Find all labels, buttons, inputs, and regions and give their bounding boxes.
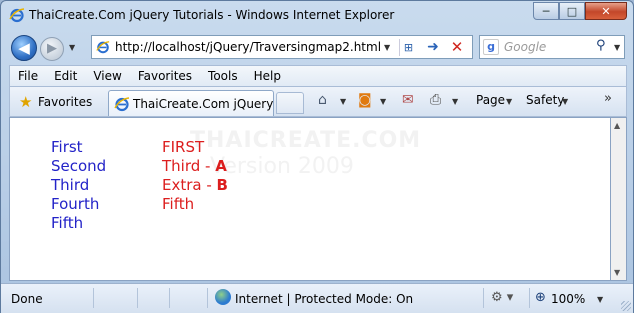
back-button[interactable]: ◀ bbox=[11, 35, 37, 61]
print-dropdown-icon[interactable]: ▼ bbox=[452, 97, 458, 106]
minimize-button[interactable]: ─ bbox=[533, 2, 559, 20]
page-dropdown-icon[interactable]: ▼ bbox=[506, 97, 512, 106]
new-tab-button[interactable] bbox=[276, 92, 304, 114]
browser-window: ThaiCreate.Com jQuery Tutorials - Window… bbox=[0, 0, 634, 313]
address-dropdown-icon[interactable]: ▼ bbox=[384, 43, 390, 52]
menu-favorites[interactable]: Favorites bbox=[130, 69, 200, 83]
list-item: Extra - B bbox=[162, 176, 228, 195]
search-input[interactable]: Google bbox=[504, 40, 546, 54]
list-item: Fourth bbox=[51, 195, 100, 213]
mapped-text: FIRST bbox=[162, 138, 205, 156]
list-item: FIRST bbox=[162, 138, 228, 157]
window-title: ThaiCreate.Com jQuery Tutorials - Window… bbox=[29, 8, 395, 22]
menu-file[interactable]: File bbox=[10, 69, 46, 83]
status-divider bbox=[137, 288, 138, 308]
search-engine-icon: g bbox=[483, 39, 499, 55]
list-item: Fifth bbox=[162, 195, 228, 214]
scroll-down-icon[interactable]: ▼ bbox=[614, 268, 620, 277]
status-text: Done bbox=[11, 292, 43, 306]
toolbar-overflow-icon[interactable]: » bbox=[604, 91, 612, 106]
list-item: Third - A bbox=[162, 157, 228, 176]
source-list: First Second Third Fourth Fifth bbox=[51, 138, 106, 233]
home-icon[interactable]: ⌂ bbox=[318, 92, 327, 108]
menu-bar: File Edit View Favorites Tools Help bbox=[9, 65, 627, 87]
tab-title: ThaiCreate.Com jQuery ... bbox=[133, 97, 289, 111]
status-divider bbox=[483, 288, 484, 308]
window-controls: ─ □ ✕ bbox=[533, 2, 627, 20]
magnifier-icon[interactable]: ⚲ bbox=[596, 38, 606, 53]
recent-pages-dropdown[interactable]: ▼ bbox=[69, 43, 75, 52]
status-divider bbox=[207, 288, 208, 308]
protected-mode-tools-icon[interactable]: ⚙ ▾ bbox=[491, 290, 513, 305]
search-box[interactable]: g Google ⚲ ▼ bbox=[479, 35, 625, 59]
globe-icon bbox=[215, 289, 231, 305]
resize-grip[interactable] bbox=[621, 301, 631, 311]
mail-icon[interactable]: ✉ bbox=[402, 92, 414, 108]
ie-logo-icon bbox=[9, 8, 25, 23]
forward-button[interactable]: ▶ bbox=[40, 37, 64, 61]
title-bar: ThaiCreate.Com jQuery Tutorials - Window… bbox=[1, 1, 633, 29]
favorites-tab-bar: ★ Favorites ThaiCreate.Com jQuery ... ⌂ … bbox=[9, 87, 627, 117]
search-options-dropdown[interactable]: ▼ bbox=[614, 43, 620, 52]
scroll-up-icon[interactable]: ▲ bbox=[614, 121, 620, 130]
refresh-icon[interactable]: ➜ bbox=[423, 37, 443, 57]
star-icon[interactable]: ★ bbox=[19, 93, 32, 111]
navigation-bar: ◀ ▶ ▼ http://localhost/jQuery/Traversing… bbox=[1, 29, 633, 65]
list-item: First bbox=[51, 138, 83, 156]
mapped-list: FIRST Third - A Extra - B Fifth bbox=[162, 138, 228, 214]
address-input[interactable]: http://localhost/jQuery/Traversingmap2.h… bbox=[115, 40, 381, 54]
page-menu[interactable]: Page bbox=[476, 93, 505, 107]
close-button[interactable]: ✕ bbox=[585, 2, 627, 20]
feeds-dropdown-icon[interactable]: ▼ bbox=[380, 97, 386, 106]
favorites-button[interactable]: Favorites bbox=[38, 95, 92, 109]
mapped-suffix: B bbox=[216, 176, 228, 194]
list-item: Third bbox=[51, 176, 90, 194]
home-dropdown-icon[interactable]: ▼ bbox=[340, 97, 346, 106]
page-content: THAICREATE.COM Version 2009 First Second… bbox=[9, 117, 611, 281]
maximize-button[interactable]: □ bbox=[559, 2, 585, 20]
safety-menu[interactable]: Safety bbox=[526, 93, 564, 107]
zoom-level[interactable]: 100% bbox=[551, 292, 585, 306]
vertical-scrollbar[interactable]: ▲ ▼ bbox=[611, 117, 627, 281]
compatibility-view-icon[interactable]: ⊞ bbox=[399, 39, 417, 56]
mapped-suffix: A bbox=[215, 157, 227, 175]
tab-active[interactable]: ThaiCreate.Com jQuery ... bbox=[108, 90, 289, 116]
ie-page-icon bbox=[114, 97, 130, 112]
stop-icon[interactable]: ✕ bbox=[447, 37, 467, 57]
ie-page-icon bbox=[96, 41, 110, 54]
menu-edit[interactable]: Edit bbox=[46, 69, 85, 83]
mapped-text: Extra - bbox=[162, 176, 217, 194]
watermark-version: Version 2009 bbox=[210, 154, 354, 179]
status-divider bbox=[529, 288, 530, 308]
address-bar[interactable]: http://localhost/jQuery/Traversingmap2.h… bbox=[91, 35, 473, 59]
status-divider bbox=[169, 288, 170, 308]
safety-dropdown-icon[interactable]: ▼ bbox=[562, 97, 568, 106]
printer-icon[interactable]: ⎙ bbox=[430, 92, 441, 108]
security-zone[interactable]: Internet | Protected Mode: On bbox=[235, 292, 413, 306]
mapped-text: Third - bbox=[162, 157, 216, 175]
zoom-dropdown-icon[interactable]: ▼ bbox=[597, 295, 603, 304]
status-bar: Done Internet | Protected Mode: On ⚙ ▾ ⊕… bbox=[1, 283, 633, 313]
menu-view[interactable]: View bbox=[85, 69, 129, 83]
list-item: Second bbox=[51, 157, 107, 175]
list-item: Fifth bbox=[51, 214, 84, 232]
menu-tools[interactable]: Tools bbox=[200, 69, 246, 83]
rss-icon[interactable]: ◙ bbox=[358, 92, 372, 108]
zoom-icon[interactable]: ⊕ bbox=[535, 290, 546, 305]
status-divider bbox=[93, 288, 94, 308]
menu-help[interactable]: Help bbox=[246, 69, 289, 83]
mapped-text: Fifth bbox=[162, 195, 195, 213]
